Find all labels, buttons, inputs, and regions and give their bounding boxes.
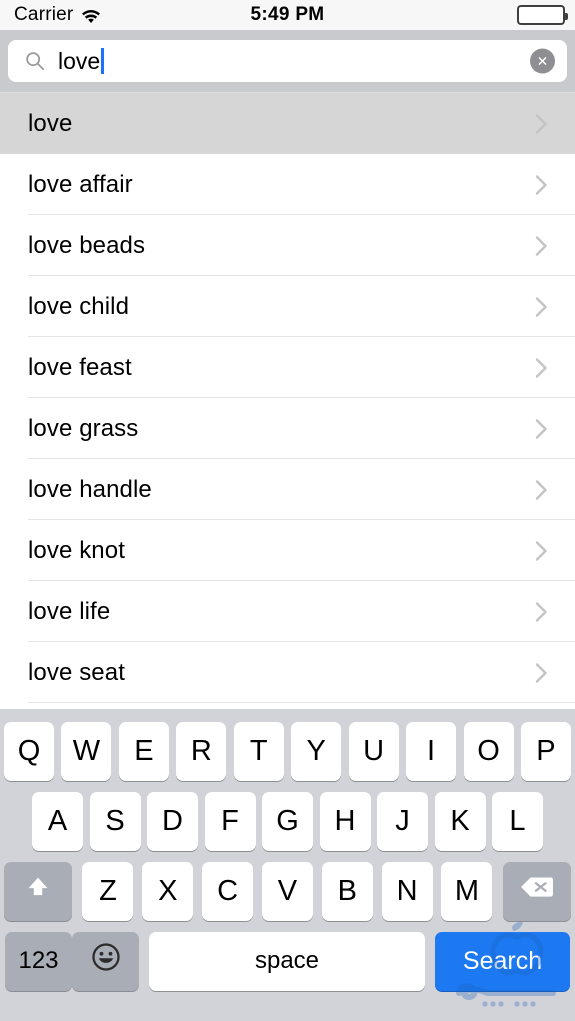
- suggestion-label: love seat: [28, 658, 125, 686]
- key-j[interactable]: J: [377, 791, 428, 851]
- keyboard-row-3: ZXCVBNM: [0, 856, 575, 926]
- search-input-value-wrap: love: [58, 47, 105, 75]
- clock-label: 5:49 PM: [250, 4, 325, 25]
- clear-search-button[interactable]: [530, 48, 555, 74]
- status-bar-right: [517, 5, 568, 25]
- chevron-right-icon: [535, 235, 548, 256]
- space-key[interactable]: space: [149, 931, 425, 991]
- suggestion-label: love knot: [28, 536, 125, 564]
- chevron-right-icon: [535, 296, 548, 317]
- battery-cap: [565, 13, 568, 20]
- key-k[interactable]: K: [434, 791, 486, 851]
- key-m[interactable]: M: [441, 861, 493, 921]
- key-v[interactable]: V: [261, 861, 313, 921]
- chevron-right-icon: [535, 540, 548, 561]
- key-l[interactable]: L: [492, 791, 543, 851]
- key-q[interactable]: Q: [4, 721, 54, 781]
- suggestion-label: love beads: [28, 231, 146, 259]
- suggestion-label: love life: [28, 597, 111, 625]
- suggestion-row[interactable]: love: [0, 93, 575, 154]
- suggestion-row[interactable]: love beads: [0, 215, 575, 276]
- key-g[interactable]: G: [262, 791, 313, 851]
- row-divider: [28, 702, 575, 703]
- key-h[interactable]: H: [319, 791, 371, 851]
- text-cursor: [101, 48, 105, 74]
- suggestion-row[interactable]: love seat: [0, 642, 575, 703]
- backspace-delete-icon: [520, 874, 554, 908]
- suggestion-row[interactable]: love grass: [0, 398, 575, 459]
- shift-key[interactable]: [4, 861, 72, 921]
- chevron-right-icon: [535, 113, 548, 134]
- search-key[interactable]: Search: [435, 931, 570, 991]
- search-icon: [24, 50, 46, 72]
- key-n[interactable]: N: [381, 861, 433, 921]
- key-z[interactable]: Z: [82, 861, 134, 921]
- onscreen-keyboard[interactable]: QWERTYUIOP ASDFGHJKL ZXCVBNM 123 space S…: [0, 709, 575, 1021]
- search-input[interactable]: love: [8, 40, 567, 82]
- backspace-key[interactable]: [503, 861, 571, 921]
- key-d[interactable]: D: [147, 791, 198, 851]
- suggestion-label: love child: [28, 292, 130, 320]
- status-bar: Carrier 5:49 PM: [0, 0, 575, 30]
- key-x[interactable]: X: [142, 861, 194, 921]
- battery-icon: [517, 5, 568, 25]
- key-p[interactable]: P: [520, 721, 571, 781]
- key-w[interactable]: W: [61, 721, 112, 781]
- key-u[interactable]: U: [348, 721, 399, 781]
- suggestion-label: love affair: [28, 170, 133, 198]
- chevron-right-icon: [535, 601, 548, 622]
- search-input-value: love: [58, 47, 101, 74]
- suggestion-label: love: [28, 109, 73, 137]
- search-bar: love: [0, 30, 575, 92]
- suggestion-label: love feast: [28, 353, 132, 381]
- suggestion-row[interactable]: love life: [0, 581, 575, 642]
- suggestion-row[interactable]: love feast: [0, 337, 575, 398]
- shift-arrow-icon: [24, 873, 52, 909]
- emoji-smiley-icon: [91, 942, 121, 980]
- chevron-right-icon: [535, 357, 548, 378]
- suggestion-row[interactable]: love handle: [0, 459, 575, 520]
- suggestion-label: love grass: [28, 414, 139, 442]
- key-o[interactable]: O: [463, 721, 514, 781]
- key-e[interactable]: E: [118, 721, 169, 781]
- key-r[interactable]: R: [176, 721, 227, 781]
- chevron-right-icon: [535, 662, 548, 683]
- chevron-right-icon: [535, 479, 548, 500]
- key-y[interactable]: Y: [291, 721, 342, 781]
- suggestion-row[interactable]: love knot: [0, 520, 575, 581]
- emoji-key[interactable]: [72, 931, 139, 991]
- suggestion-row[interactable]: love child: [0, 276, 575, 337]
- suggestion-label: love handle: [28, 475, 152, 503]
- key-t[interactable]: T: [233, 721, 284, 781]
- key-i[interactable]: I: [406, 721, 457, 781]
- key-b[interactable]: B: [321, 861, 373, 921]
- numbers-key[interactable]: 123: [5, 931, 72, 991]
- iphone-screen: Carrier 5:49 PM love love love affair lo…: [0, 0, 575, 1021]
- keyboard-row-2: ASDFGHJKL: [0, 786, 575, 856]
- key-c[interactable]: C: [202, 861, 254, 921]
- suggestion-row[interactable]: love affair: [0, 154, 575, 215]
- key-f[interactable]: F: [204, 791, 256, 851]
- chevron-right-icon: [535, 174, 548, 195]
- chevron-right-icon: [535, 418, 548, 439]
- key-a[interactable]: A: [32, 791, 83, 851]
- keyboard-row-4: 123 space Search: [0, 926, 575, 996]
- suggestions-list[interactable]: love love affair love beads love child love …: [0, 92, 575, 709]
- keyboard-row-3-letters: ZXCVBNM: [78, 861, 497, 921]
- keyboard-row-1: QWERTYUIOP: [0, 716, 575, 786]
- key-s[interactable]: S: [89, 791, 141, 851]
